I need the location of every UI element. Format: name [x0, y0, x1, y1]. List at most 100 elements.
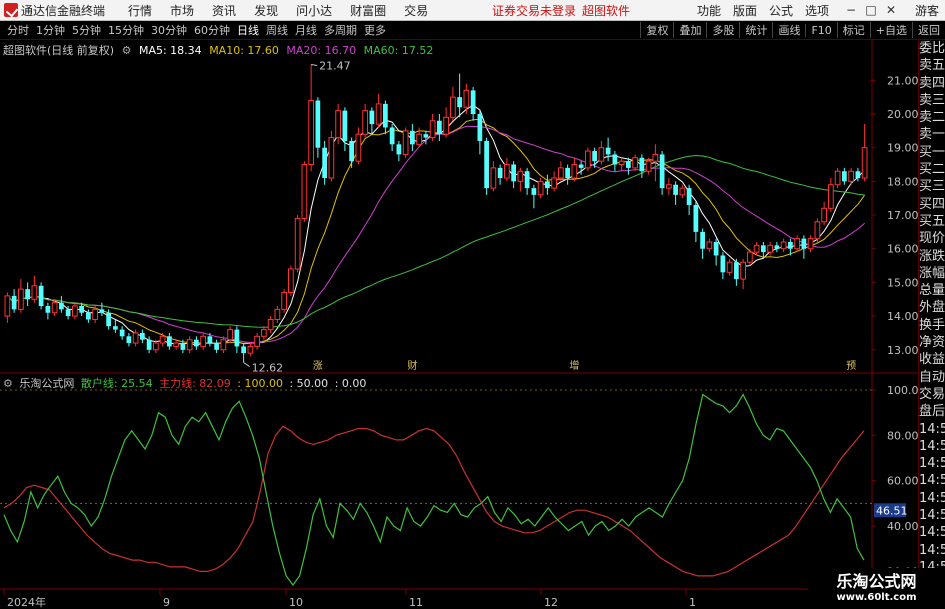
menu-item-ask[interactable]: 问小达	[296, 2, 332, 19]
candle-body	[659, 154, 665, 189]
f10-button[interactable]: F10	[805, 23, 836, 37]
sidebar-item[interactable]: 卖二	[919, 109, 945, 126]
price-axis-label: 14.00	[887, 310, 918, 323]
menu-item-news[interactable]: 资讯	[212, 2, 236, 19]
candle-body	[132, 332, 139, 344]
sidebar-item[interactable]: 卖五	[919, 57, 945, 74]
period-tab-more[interactable]: 更多	[364, 22, 386, 38]
sidebar-item[interactable]: 买五	[919, 213, 945, 230]
minimize-icon[interactable]: −	[844, 3, 858, 17]
maximize-icon[interactable]: □	[864, 3, 878, 17]
sidebar-item[interactable]: 14:56	[919, 524, 945, 541]
candle-body	[220, 339, 227, 351]
candle-body	[146, 339, 152, 350]
sidebar-item[interactable]: 14:56	[919, 438, 945, 455]
menu-item-trade[interactable]: 交易	[404, 2, 428, 19]
candle-body	[180, 343, 186, 350]
period-tab-timeshare[interactable]: 分时	[7, 22, 29, 38]
back-button[interactable]: 返回	[912, 22, 945, 38]
sidebar-item[interactable]: 买四	[919, 196, 945, 213]
menu-item-function[interactable]: 功能	[697, 2, 721, 19]
sidebar-item[interactable]: 14:56	[919, 421, 945, 438]
period-tab-5min[interactable]: 5分钟	[72, 22, 101, 38]
sidebar-item[interactable]: 总量	[919, 282, 945, 299]
candle-body	[207, 336, 213, 344]
period-tab-daily[interactable]: 日线	[237, 22, 259, 38]
candle-body	[349, 140, 354, 162]
sidebar-item[interactable]: 14:56	[919, 455, 945, 472]
candle-body	[463, 89, 470, 108]
period-tab-60min[interactable]: 60分钟	[194, 22, 230, 38]
sidebar-item[interactable]: 涨跌	[919, 248, 945, 265]
candle-body	[322, 147, 327, 178]
sidebar-item[interactable]: 委比	[919, 40, 945, 57]
settings-icon[interactable]: ⚙	[3, 377, 13, 390]
candle-body	[814, 221, 821, 240]
guest-label[interactable]: 游客	[915, 2, 939, 19]
sidebar-item[interactable]: 14:56	[919, 507, 945, 524]
ma20-label: MA20: 16.70	[286, 44, 357, 57]
sidebar-item[interactable]: 自动	[919, 369, 945, 386]
indicator-name[interactable]: 乐淘公式网	[19, 377, 74, 390]
menu-item-wealth[interactable]: 财富圈	[350, 2, 386, 19]
candle-body	[585, 150, 591, 169]
sidebar-item[interactable]: 净资	[919, 334, 945, 351]
sidebar-item[interactable]: 卖四	[919, 75, 945, 92]
sidebar-item[interactable]: 卖三	[919, 92, 945, 109]
candle-body	[86, 312, 91, 320]
login-warning[interactable]: 证券交易未登录	[492, 2, 576, 19]
sidebar-item[interactable]: 14:56	[919, 490, 945, 507]
close-icon[interactable]: ✕	[884, 3, 898, 17]
ma20-line	[7, 125, 865, 343]
price-axis-label: 15.00	[887, 276, 918, 289]
sidebar-item[interactable]: 买三	[919, 178, 945, 195]
sidebar-item[interactable]: 换手	[919, 317, 945, 334]
sidebar-item[interactable]: 14:56	[919, 542, 945, 559]
menu-item-quotes[interactable]: 行情	[128, 2, 152, 19]
candle-body	[153, 342, 159, 351]
candle-body	[632, 157, 638, 169]
candle-body	[11, 295, 17, 310]
candle-body	[126, 336, 132, 344]
menu-item-options[interactable]: 选项	[805, 2, 829, 19]
multi-stock-button[interactable]: 多股	[706, 22, 739, 38]
period-tab-1min[interactable]: 1分钟	[36, 22, 65, 38]
kline-chart[interactable]: 21.00 20.00 19.00 18.00 17.00 16.00 15.00 14.00…	[0, 40, 918, 609]
mark-button[interactable]: 标记	[836, 22, 870, 38]
menu-item-market[interactable]: 市场	[170, 2, 194, 19]
sidebar-item[interactable]: 收益	[919, 351, 945, 368]
menu-item-discover[interactable]: 发现	[254, 2, 278, 19]
period-tab-weekly[interactable]: 周线	[266, 22, 288, 38]
sidebar-item[interactable]: 涨幅	[919, 265, 945, 282]
candle-body	[524, 171, 530, 189]
statistics-button[interactable]: 统计	[739, 22, 772, 38]
sidebar-item[interactable]: 交易	[919, 386, 945, 403]
settings-icon[interactable]: ⚙	[122, 44, 132, 57]
sidebar-item[interactable]: 买一	[919, 144, 945, 161]
price-axis-label: 19.00	[887, 142, 918, 155]
add-watchlist-button[interactable]: +自选	[869, 22, 912, 38]
candle-body	[761, 245, 766, 253]
candle-body	[834, 170, 841, 186]
period-tab-30min[interactable]: 30分钟	[151, 22, 187, 38]
restore-right-button[interactable]: 复权	[640, 22, 673, 38]
sidebar-item[interactable]: 买二	[919, 161, 945, 178]
overlay-button[interactable]: 叠加	[673, 22, 706, 38]
sidebar-item[interactable]: 盘后	[919, 403, 945, 420]
menu-item-layout[interactable]: 版面	[733, 2, 757, 19]
period-tab-monthly[interactable]: 月线	[295, 22, 317, 38]
sidebar-item[interactable]: 外盘	[919, 299, 945, 316]
period-tab-multi[interactable]: 多周期	[324, 22, 357, 38]
candle-body	[402, 130, 409, 155]
sidebar-item[interactable]: 卖一	[919, 126, 945, 143]
candle-body	[59, 302, 64, 310]
price-axis-label: 17.00	[887, 209, 918, 222]
candle-body	[666, 184, 672, 189]
sidebar-item[interactable]: 14:56	[919, 472, 945, 489]
menu-item-formula[interactable]: 公式	[769, 2, 793, 19]
candle-body	[605, 147, 611, 155]
period-tab-15min[interactable]: 15分钟	[108, 22, 144, 38]
sidebar-item[interactable]: 现价	[919, 230, 945, 247]
candle-body	[551, 177, 557, 189]
draw-line-button[interactable]: 画线	[772, 22, 805, 38]
